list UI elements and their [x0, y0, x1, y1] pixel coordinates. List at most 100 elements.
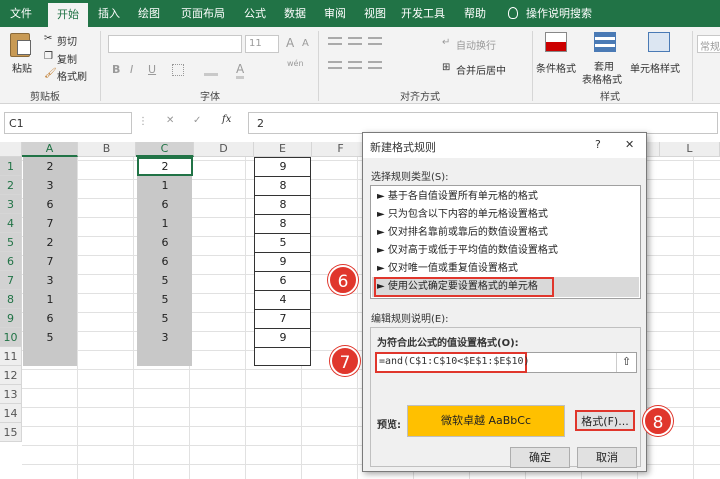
cell-a9[interactable]: 6: [22, 309, 78, 328]
column-header-e[interactable]: E: [254, 142, 312, 157]
row-header-3[interactable]: 3: [0, 195, 22, 214]
cell-a3[interactable]: 6: [22, 195, 78, 214]
row-header-2[interactable]: 2: [0, 176, 22, 195]
row-header-5[interactable]: 5: [0, 233, 22, 252]
cancel-icon[interactable]: ✕: [166, 115, 174, 126]
collapse-dialog-icon[interactable]: ⇧: [616, 353, 636, 372]
help-button[interactable]: ?: [595, 138, 601, 151]
rule-type-item[interactable]: ► 仅对唯一值或重复值设置格式: [377, 260, 639, 278]
cell-c6[interactable]: 6: [136, 252, 194, 271]
row-header-1[interactable]: 1: [0, 157, 22, 176]
row-header-12[interactable]: 12: [0, 366, 22, 385]
cell-a6[interactable]: 7: [22, 252, 78, 271]
border-icon[interactable]: [172, 64, 184, 76]
cell-e3[interactable]: 8: [254, 195, 312, 214]
cell-c1[interactable]: 2: [136, 157, 194, 176]
font-name-combo[interactable]: [108, 35, 242, 53]
merge-center-button[interactable]: 合并后居中: [456, 62, 506, 77]
cut-button[interactable]: 剪切: [57, 33, 77, 48]
paste-button[interactable]: 粘贴: [12, 60, 32, 75]
cell-a7[interactable]: 3: [22, 271, 78, 290]
conditional-format-icon[interactable]: [545, 32, 567, 52]
format-painter-button[interactable]: 格式刷: [57, 68, 87, 83]
italic-button[interactable]: I: [130, 63, 133, 76]
column-header-d[interactable]: D: [194, 142, 254, 157]
cell-e8[interactable]: 4: [254, 290, 312, 309]
cell-c7[interactable]: 5: [136, 271, 194, 290]
tab-insert[interactable]: 插入: [92, 0, 126, 27]
row-header-11[interactable]: 11: [0, 347, 22, 366]
select-all-corner[interactable]: [0, 142, 22, 157]
format-button[interactable]: 格式(F)...: [575, 410, 635, 431]
tab-formulas[interactable]: 公式: [238, 0, 272, 27]
cell-c10[interactable]: 3: [136, 328, 194, 347]
tab-file[interactable]: 文件: [2, 0, 40, 27]
name-box[interactable]: C1: [4, 112, 132, 134]
column-header-a[interactable]: A: [22, 142, 78, 157]
cell-e2[interactable]: 8: [254, 176, 312, 195]
cell-e7[interactable]: 6: [254, 271, 312, 290]
enter-icon[interactable]: ✓: [193, 115, 201, 126]
formula-input[interactable]: 2: [248, 112, 718, 134]
cell-c2[interactable]: 1: [136, 176, 194, 195]
cell-styles-icon[interactable]: [648, 32, 670, 52]
cell-styles-button[interactable]: 单元格样式: [630, 60, 680, 75]
cut-icon[interactable]: ✂: [44, 33, 52, 44]
row-header-7[interactable]: 7: [0, 271, 22, 290]
wrap-text-button[interactable]: 自动换行: [456, 37, 496, 52]
copy-button[interactable]: 复制: [57, 51, 77, 66]
copy-icon[interactable]: ❐: [44, 51, 53, 62]
cell-c3[interactable]: 6: [136, 195, 194, 214]
format-painter-icon[interactable]: 🖌: [44, 68, 57, 79]
cell-e1[interactable]: 9: [254, 157, 312, 176]
cell-c8[interactable]: 5: [136, 290, 194, 309]
row-header-15[interactable]: 15: [0, 423, 22, 442]
row-header-10[interactable]: 10: [0, 328, 22, 347]
cell-e5[interactable]: 5: [254, 233, 312, 252]
row-header-9[interactable]: 9: [0, 309, 22, 328]
row-header-13[interactable]: 13: [0, 385, 22, 404]
tab-draw[interactable]: 绘图: [132, 0, 166, 27]
cell-a8[interactable]: 1: [22, 290, 78, 309]
font-color-icon[interactable]: A: [236, 62, 245, 79]
table-format-icon[interactable]: [594, 32, 616, 52]
cell-a1[interactable]: 2: [22, 157, 78, 176]
row-header-8[interactable]: 8: [0, 290, 22, 309]
cell-c5[interactable]: 6: [136, 233, 194, 252]
tab-home[interactable]: 开始: [48, 3, 88, 27]
row-header-6[interactable]: 6: [0, 252, 22, 271]
cell-e4[interactable]: 8: [254, 214, 312, 233]
cell-c4[interactable]: 1: [136, 214, 194, 233]
bold-button[interactable]: B: [112, 63, 120, 76]
tell-me-search[interactable]: 操作说明搜索: [524, 0, 594, 27]
cell-a4[interactable]: 7: [22, 214, 78, 233]
cell-e6[interactable]: 9: [254, 252, 312, 271]
tab-page-layout[interactable]: 页面布局: [174, 0, 232, 27]
tab-data[interactable]: 数据: [278, 0, 312, 27]
cell-c9[interactable]: 5: [136, 309, 194, 328]
column-header-c[interactable]: C: [136, 142, 194, 157]
paste-icon[interactable]: [10, 33, 31, 57]
rule-type-item[interactable]: ► 基于各自值设置所有单元格的格式: [377, 188, 639, 206]
insert-function-icon[interactable]: fx: [222, 114, 231, 125]
ok-button[interactable]: 确定: [510, 447, 570, 468]
phonetic-icon[interactable]: wén: [287, 59, 304, 68]
row-header-14[interactable]: 14: [0, 404, 22, 423]
cell-e10[interactable]: 9: [254, 328, 312, 347]
table-format-label-2[interactable]: 表格格式: [582, 71, 622, 86]
close-icon[interactable]: ✕: [625, 138, 634, 151]
font-size-combo[interactable]: 11: [245, 35, 279, 53]
decrease-font-icon[interactable]: A: [302, 38, 309, 49]
rule-type-item[interactable]: ► 仅对高于或低于平均值的数值设置格式: [377, 242, 639, 260]
wrap-text-icon[interactable]: ↵: [442, 37, 450, 48]
rule-type-item[interactable]: ► 只为包含以下内容的单元格设置格式: [377, 206, 639, 224]
rule-type-item-selected[interactable]: ► 使用公式确定要设置格式的单元格: [377, 278, 639, 296]
tab-developer[interactable]: 开发工具: [398, 0, 448, 27]
cell-e9[interactable]: 7: [254, 309, 312, 328]
column-header-l[interactable]: L: [660, 142, 720, 157]
rule-type-item[interactable]: ► 仅对排名靠前或靠后的数值设置格式: [377, 224, 639, 242]
cell-a10[interactable]: 5: [22, 328, 78, 347]
increase-font-icon[interactable]: A: [286, 36, 294, 50]
tab-view[interactable]: 视图: [358, 0, 392, 27]
row-header-4[interactable]: 4: [0, 214, 22, 233]
